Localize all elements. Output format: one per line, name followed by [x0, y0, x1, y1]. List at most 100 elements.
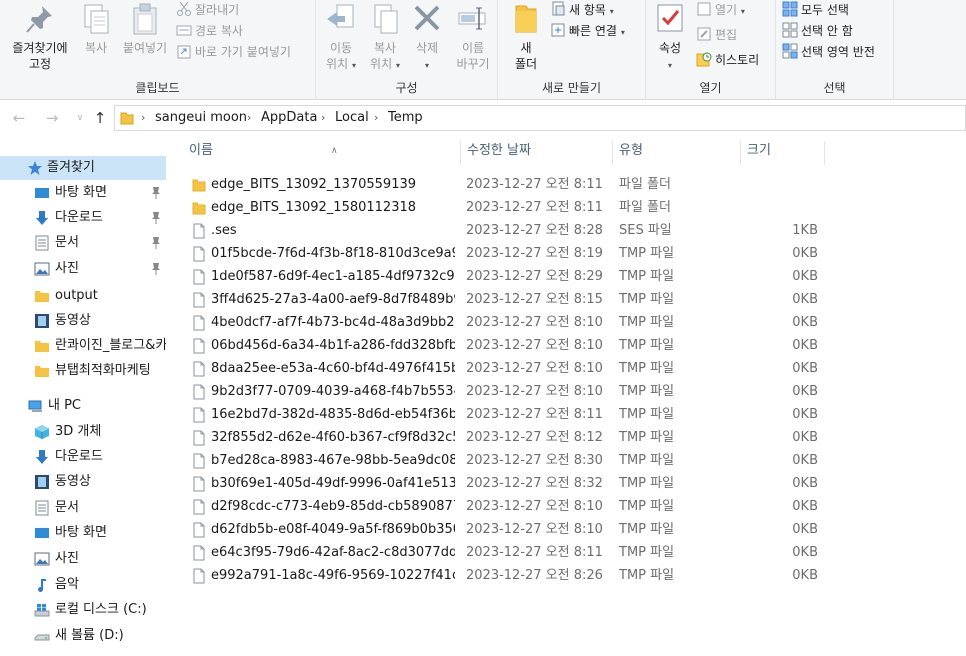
file-row[interactable]: b30f69e1-405d-49df-9996-0af41e51374... 2…: [187, 472, 827, 495]
delete-caret: ▾: [424, 61, 429, 70]
history-button[interactable]: 히스토리: [696, 50, 759, 70]
easy-access-button[interactable]: 빠른 연결 ▾: [550, 21, 625, 41]
column-header-date-label: 수정한 날짜: [467, 143, 531, 158]
copy-to-button[interactable]: 복사 위치 ▾: [364, 2, 406, 74]
file-row[interactable]: 4be0dcf7-af7f-4b73-bc4d-48a3d9bb258... 2…: [187, 311, 827, 334]
edit-button[interactable]: 편집: [696, 25, 737, 45]
nav-pc-music[interactable]: 음악: [0, 573, 166, 597]
paste-button[interactable]: 붙여넣기: [118, 2, 172, 56]
file-row[interactable]: e64c3f95-79d6-42af-8ac2-c8d3077dd68... 2…: [187, 541, 827, 564]
pin-icon[interactable]: [150, 262, 162, 276]
file-row[interactable]: b7ed28ca-8983-467e-98bb-5ea9dc089a... 20…: [187, 449, 827, 472]
copy-path-label: 경로 복사: [195, 24, 243, 38]
file-row[interactable]: d2f98cdc-c773-4eb9-85dd-cb5890877ba... 2…: [187, 495, 827, 518]
file-type: TMP 파일: [619, 476, 675, 491]
file-row[interactable]: d62fdb5b-e08f-4049-9a5f-f869b0b3500f... …: [187, 518, 827, 541]
file-row[interactable]: e992a791-1a8c-49f6-9569-10227f41c545... …: [187, 564, 827, 587]
file-row[interactable]: edge_BITS_13092_1370559139 2023-12-27 오전…: [187, 173, 827, 196]
new-item-button[interactable]: 새 항목 ▾: [550, 0, 614, 20]
nav-documents[interactable]: 문서: [0, 231, 166, 255]
paste-shortcut-button[interactable]: 바로 가기 붙여넣기: [176, 42, 291, 62]
nav-pc-videos[interactable]: 동영상: [0, 470, 166, 494]
breadcrumb-user[interactable]: sangeui moon: [155, 110, 247, 125]
column-header-type[interactable]: 유형: [613, 141, 741, 165]
nav-output[interactable]: output: [0, 284, 166, 308]
column-header-size-label: 크기: [747, 143, 771, 158]
properties-button[interactable]: 속성 ▾: [650, 2, 690, 74]
file-row[interactable]: 01f5bcde-7f6d-4f3b-8f18-810d3ce9a91d... …: [187, 242, 827, 265]
file-row[interactable]: 8daa25ee-e53a-4c60-bf4d-4976f415bc2... 2…: [187, 357, 827, 380]
nav-downloads[interactable]: 다운로드: [0, 206, 166, 230]
file-type: TMP 파일: [619, 246, 675, 261]
file-size: 0KB: [792, 361, 818, 376]
pin-icon[interactable]: [150, 236, 162, 250]
open-button[interactable]: 열기 ▾: [696, 0, 745, 20]
breadcrumb-separator[interactable]: ›: [247, 111, 251, 124]
nav-local-disk[interactable]: 로컬 디스크 (C:): [0, 598, 166, 622]
cut-button[interactable]: 잘라내기: [176, 0, 239, 20]
nav-videos[interactable]: 동영상: [0, 309, 166, 333]
pin-icon[interactable]: [150, 186, 162, 200]
nav-pc-pictures[interactable]: 사진: [0, 547, 166, 571]
select-none-button[interactable]: 선택 안 함: [782, 21, 853, 41]
rename-button[interactable]: 이름 바꾸기: [450, 2, 496, 72]
copy-path-button[interactable]: 경로 복사: [176, 21, 243, 41]
breadcrumb-local[interactable]: Local: [335, 110, 369, 125]
pin-to-quick-access-button[interactable]: 즐겨찾기에 고정: [2, 2, 78, 72]
nav-folder-beauty[interactable]: 뷰탭최적화마케팅: [0, 359, 166, 383]
file-row[interactable]: edge_BITS_13092_1580112318 2023-12-27 오전…: [187, 196, 827, 219]
folder-icon: [192, 179, 206, 192]
move-to-button[interactable]: 이동 위치 ▾: [320, 2, 362, 74]
copy-to-label-2: 위치 ▾: [370, 57, 400, 71]
folder-icon: [35, 291, 49, 302]
nav-pc-downloads[interactable]: 다운로드: [0, 445, 166, 469]
nav-pc-documents[interactable]: 문서: [0, 496, 166, 520]
file-row[interactable]: 3ff4d625-27a3-4a00-aef9-8d7f8489b9b0... …: [187, 288, 827, 311]
breadcrumb-separator[interactable]: ›: [321, 111, 325, 124]
file-row[interactable]: 32f855d2-d62e-4f60-b367-cf9f8d32c542... …: [187, 426, 827, 449]
back-button[interactable]: ←: [9, 108, 29, 128]
nav-quick-access[interactable]: 즐겨찾기: [0, 156, 166, 180]
desktop-icon: [35, 528, 49, 538]
file-date: 2023-12-27 오전 8:10: [466, 499, 603, 514]
select-all-button[interactable]: 모두 선택: [782, 0, 849, 20]
file-row[interactable]: 9b2d3f77-0709-4039-a468-f4b7b55343c... 2…: [187, 380, 827, 403]
nav-new-volume[interactable]: 새 볼륨 (D:): [0, 624, 166, 648]
file-type: TMP 파일: [619, 384, 675, 399]
breadcrumb-temp[interactable]: Temp: [388, 110, 423, 125]
file-row[interactable]: 16e2bd7d-382d-4835-8d6d-eb54f36b87... 20…: [187, 403, 827, 426]
file-name: d2f98cdc-c773-4eb9-85dd-cb5890877ba...: [211, 499, 455, 514]
delete-button[interactable]: 삭제 ▾: [410, 2, 444, 74]
nav-pc-desktop[interactable]: 바탕 화면: [0, 521, 166, 545]
file-row[interactable]: 1de0f587-6d9f-4ec1-a185-4df9732c99e0... …: [187, 265, 827, 288]
file-type: 파일 폴더: [619, 177, 671, 192]
breadcrumb-separator[interactable]: ›: [141, 111, 145, 124]
file-row[interactable]: 06bd456d-6a34-4b1f-a286-fdd328bfb19... 2…: [187, 334, 827, 357]
new-folder-button[interactable]: 새 폴더: [506, 2, 546, 72]
folder-icon: [35, 341, 49, 352]
forward-button[interactable]: →: [42, 108, 62, 128]
copy-button[interactable]: 복사: [76, 2, 116, 56]
nav-this-pc[interactable]: 내 PC: [0, 394, 166, 418]
pin-icon[interactable]: [150, 211, 162, 225]
recent-locations-button[interactable]: ∨: [70, 108, 90, 128]
invert-selection-button[interactable]: 선택 영역 반전: [782, 42, 875, 62]
nav-3d-objects[interactable]: 3D 개체: [0, 420, 166, 444]
breadcrumb-appdata[interactable]: AppData: [261, 110, 317, 125]
nav-desktop[interactable]: 바탕 화면: [0, 181, 166, 205]
nav-desktop-label: 바탕 화면: [55, 185, 107, 200]
file-type: TMP 파일: [619, 407, 675, 422]
download-arrow-icon: [36, 211, 48, 225]
column-header-name[interactable]: 이름 ∧: [183, 141, 461, 165]
breadcrumb-separator[interactable]: ›: [374, 111, 378, 124]
column-header-size[interactable]: 크기: [741, 141, 825, 165]
file-icon: [193, 568, 205, 584]
up-button[interactable]: ↑: [90, 108, 110, 128]
nav-pictures[interactable]: 사진: [0, 257, 166, 281]
column-header-date[interactable]: 수정한 날짜: [461, 141, 613, 165]
file-row[interactable]: .ses 2023-12-27 오전 8:28 SES 파일 1KB: [187, 219, 827, 242]
nav-folder-blog[interactable]: 란콰이진_블로그&카페: [0, 334, 166, 358]
file-type: TMP 파일: [619, 315, 675, 330]
address-bar[interactable]: › sangeui moon › AppData › Local › Temp: [114, 105, 966, 131]
nav-quick-access-label: 즐겨찾기: [47, 160, 95, 175]
